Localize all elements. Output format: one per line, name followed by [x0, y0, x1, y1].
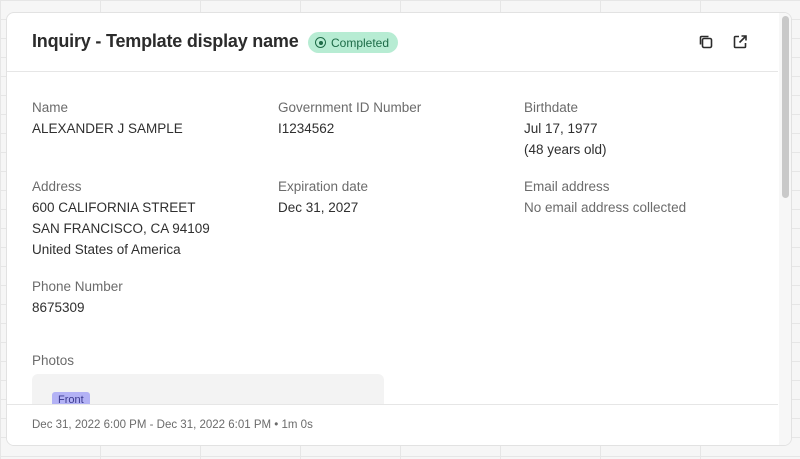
- email-value: No email address collected: [524, 200, 687, 215]
- government-id-value: I1234562: [278, 121, 335, 136]
- address-label: Address: [32, 179, 82, 194]
- field-phone: Phone Number 8675309: [32, 276, 123, 318]
- card-header: Inquiry - Template display name Complete…: [7, 13, 778, 72]
- email-label: Email address: [524, 179, 610, 194]
- address-line-3: United States of America: [32, 242, 181, 257]
- inquiry-card: Inquiry - Template display name Complete…: [6, 12, 792, 446]
- field-name: Name ALEXANDER J SAMPLE: [32, 97, 183, 139]
- card-footer: Dec 31, 2022 6:00 PM - Dec 31, 2022 6:01…: [7, 404, 778, 445]
- government-id-label: Government ID Number: [278, 100, 422, 115]
- front-tag: Front: [52, 392, 90, 404]
- external-link-icon: [733, 35, 747, 49]
- expiration-date-label: Expiration date: [278, 179, 369, 194]
- open-external-button[interactable]: [731, 33, 749, 51]
- phone-label: Phone Number: [32, 279, 123, 294]
- scrollbar-thumb[interactable]: [782, 16, 789, 198]
- birthdate-label: Birthdate: [524, 100, 579, 115]
- status-dot-icon: [315, 37, 326, 48]
- copy-button[interactable]: [697, 33, 715, 51]
- field-government-id: Government ID Number I1234562: [278, 97, 421, 139]
- status-badge: Completed: [308, 32, 399, 53]
- inquiry-title: Inquiry - Template display name: [32, 31, 299, 51]
- phone-value: 8675309: [32, 300, 85, 315]
- status-text: Completed: [331, 35, 390, 50]
- age-value: (48 years old): [524, 142, 607, 157]
- inquiry-details: Name ALEXANDER J SAMPLE Government ID Nu…: [7, 73, 778, 404]
- inquiry-timing: Dec 31, 2022 6:00 PM - Dec 31, 2022 6:01…: [32, 419, 313, 431]
- expiration-date-value: Dec 31, 2027: [278, 200, 359, 215]
- address-line-2: SAN FRANCISCO, CA 94109: [32, 221, 210, 236]
- field-email: Email address No email address collected: [524, 176, 686, 218]
- field-birthdate: Birthdate Jul 17, 1977 (48 years old): [524, 97, 607, 160]
- photo-front-card[interactable]: Front: [32, 374, 384, 404]
- scrollbar-track[interactable]: [779, 13, 791, 445]
- name-label: Name: [32, 100, 69, 115]
- photos-label: Photos: [32, 353, 75, 368]
- name-value: ALEXANDER J SAMPLE: [32, 121, 183, 136]
- field-expiration-date: Expiration date Dec 31, 2027: [278, 176, 368, 218]
- field-address: Address 600 CALIFORNIA STREET SAN FRANCI…: [32, 176, 210, 260]
- address-line-1: 600 CALIFORNIA STREET: [32, 200, 196, 215]
- birthdate-value: Jul 17, 1977: [524, 121, 598, 136]
- copy-icon: [699, 35, 713, 49]
